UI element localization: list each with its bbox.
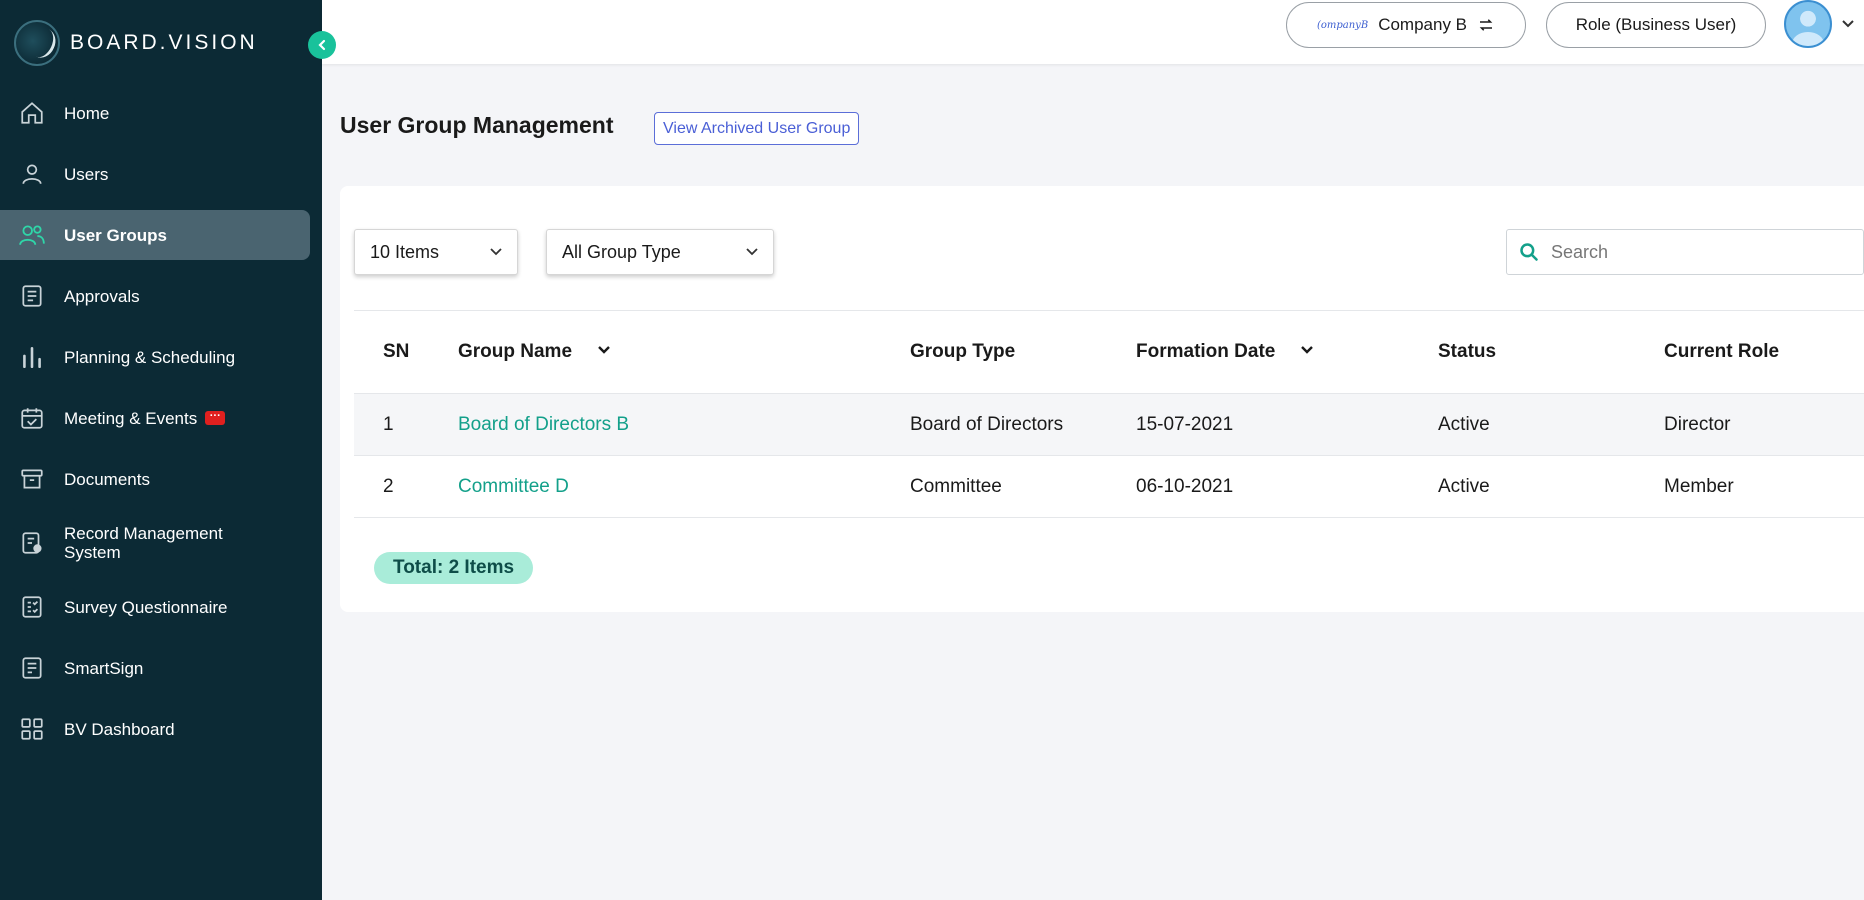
- sign-document-icon: [18, 654, 46, 682]
- group-type-select[interactable]: All Group Type: [546, 229, 774, 275]
- role-label: Role (Business User): [1575, 15, 1737, 34]
- sidebar-item-label: BV Dashboard: [64, 719, 175, 739]
- user-groups-table: SN Group Name Group Type Formation Date …: [354, 310, 1864, 518]
- sidebar-item-record-management[interactable]: Record Management System: [0, 515, 310, 571]
- company-logo: (ompanyB: [1316, 19, 1369, 31]
- column-header-status: Status: [1438, 341, 1497, 362]
- cell-formation-date: 06-10-2021: [1136, 475, 1234, 497]
- column-header-sn: SN: [383, 341, 410, 362]
- switch-arrows-icon: [1479, 19, 1493, 31]
- checklist-icon: [18, 593, 46, 621]
- table-row: 1 Board of Directors B Board of Director…: [354, 394, 1864, 456]
- document-icon: [18, 282, 46, 310]
- group-type-value: All Group Type: [562, 241, 681, 262]
- sidebar-item-label: Planning & Scheduling: [64, 347, 236, 367]
- items-per-page-value: 10 Items: [370, 241, 440, 262]
- total-items-badge: Total: 2 Items: [374, 552, 534, 584]
- cell-sn: 2: [383, 475, 394, 497]
- sidebar: BOARD.VISION Home Users User Groups Appr…: [0, 0, 322, 900]
- cell-formation-date: 15-07-2021: [1136, 413, 1234, 435]
- sidebar-item-bv-dashboard[interactable]: BV Dashboard: [0, 704, 310, 754]
- sidebar-item-label: User Groups: [64, 225, 167, 245]
- sort-chevron-down-icon[interactable]: [1299, 344, 1315, 360]
- sidebar-item-approvals[interactable]: Approvals: [0, 271, 310, 321]
- company-name: Company B: [1378, 15, 1468, 34]
- search-icon: [1520, 243, 1538, 261]
- sidebar-item-label: Survey Questionnaire: [64, 597, 228, 617]
- sidebar-item-label: Home: [64, 103, 110, 123]
- page-title: User Group Management: [340, 112, 614, 138]
- record-search-icon: [18, 529, 46, 557]
- sidebar-item-home[interactable]: Home: [0, 88, 310, 138]
- collapse-sidebar-button[interactable]: [308, 31, 336, 59]
- group-name-link[interactable]: Board of Directors B: [458, 394, 629, 455]
- sidebar-item-smartsign[interactable]: SmartSign: [0, 643, 310, 693]
- sidebar-item-documents[interactable]: Documents: [0, 454, 310, 504]
- user-groups-card: 10 Items All Group Type SN Group Name Gr…: [340, 186, 1864, 612]
- table-header: SN Group Name Group Type Formation Date …: [354, 310, 1864, 394]
- items-per-page-select[interactable]: 10 Items: [354, 229, 518, 275]
- sidebar-item-user-groups[interactable]: User Groups: [0, 210, 310, 260]
- group-name-link[interactable]: Committee D: [458, 456, 569, 517]
- company-switcher-button[interactable]: (ompanyB Company B: [1286, 2, 1526, 48]
- sidebar-item-planning-scheduling[interactable]: Planning & Scheduling: [0, 332, 310, 382]
- sidebar-item-label: Meeting & Events: [64, 408, 198, 428]
- avatar[interactable]: [1784, 0, 1832, 48]
- calendar-check-icon: [18, 404, 46, 432]
- cell-status: Active: [1438, 475, 1490, 497]
- cell-status: Active: [1438, 413, 1490, 435]
- cell-group-type: Board of Directors: [910, 413, 1064, 435]
- sidebar-item-label: Record Management System: [64, 524, 223, 562]
- cell-group-type: Committee: [910, 475, 1002, 497]
- role-switcher-button[interactable]: Role (Business User): [1546, 2, 1766, 48]
- chevron-down-icon: [490, 248, 502, 256]
- board-vision-logo-icon: [14, 20, 60, 66]
- brand-logo[interactable]: BOARD.VISION: [14, 20, 258, 66]
- sidebar-item-label: SmartSign: [64, 658, 144, 678]
- chevron-left-icon: [318, 39, 326, 51]
- users-icon: [18, 221, 46, 249]
- sidebar-item-label: Users: [64, 164, 109, 184]
- sidebar-item-users[interactable]: Users: [0, 149, 310, 199]
- sidebar-item-label: Approvals: [64, 286, 140, 306]
- view-archived-button[interactable]: View Archived User Group: [654, 112, 860, 145]
- top-bar: (ompanyB Company B Role (Business User): [322, 0, 1864, 64]
- search-input[interactable]: [1551, 241, 1851, 263]
- grid-icon: [18, 715, 46, 743]
- bar-chart-icon: [18, 343, 46, 371]
- column-header-group-name[interactable]: Group Name: [458, 311, 612, 393]
- table-row: 2 Committee D Committee 06-10-2021 Activ…: [354, 456, 1864, 518]
- home-icon: [18, 99, 46, 127]
- sidebar-item-survey-questionnaire[interactable]: Survey Questionnaire: [0, 582, 310, 632]
- column-header-label: Formation Date: [1136, 341, 1276, 362]
- column-header-formation-date[interactable]: Formation Date: [1136, 311, 1315, 393]
- archive-icon: [18, 465, 46, 493]
- search-box: [1506, 229, 1864, 275]
- cell-current-role: Member: [1664, 475, 1734, 497]
- brand-name: BOARD.VISION: [70, 31, 258, 54]
- cell-current-role: Director: [1664, 413, 1731, 435]
- column-header-current-role: Current Role: [1664, 341, 1780, 362]
- chevron-down-icon[interactable]: [1838, 14, 1858, 34]
- user-icon: [18, 160, 46, 188]
- sidebar-item-label: Documents: [64, 469, 150, 489]
- sidebar-nav: Home Users User Groups Approvals Plannin…: [0, 88, 322, 765]
- column-header-label: Group Name: [458, 341, 573, 362]
- chat-badge-icon: ···: [205, 411, 226, 425]
- chevron-down-icon: [746, 248, 758, 256]
- column-header-group-type: Group Type: [910, 341, 1016, 362]
- sidebar-item-meeting-events[interactable]: Meeting & Events ···: [0, 393, 310, 443]
- cell-sn: 1: [383, 413, 394, 435]
- sort-chevron-down-icon[interactable]: [596, 344, 612, 360]
